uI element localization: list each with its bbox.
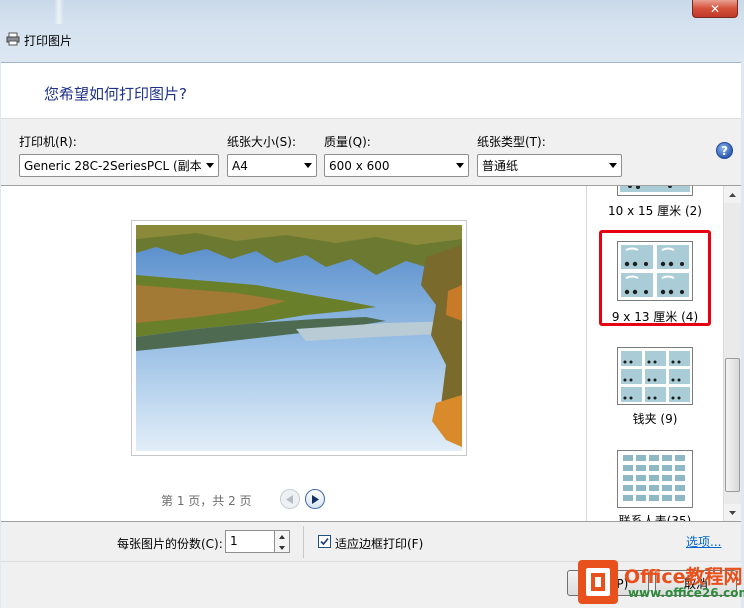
paper-type-value: 普通纸	[482, 159, 519, 173]
print-preview: 第 1 页，共 2 页	[1, 186, 586, 521]
quality-label: 质量(Q):	[324, 135, 371, 149]
chevron-down-icon	[729, 510, 736, 515]
watermark-brand: Office教程网	[624, 566, 743, 588]
stepper-down-icon[interactable]	[275, 542, 289, 553]
layout-thumbnail	[617, 241, 693, 301]
layout-item-wallet[interactable]: 钱夹 (9)	[587, 344, 723, 426]
print-settings: 打印机(R): Generic 28C-2SeriesPCL (副本 1) 纸张…	[1, 118, 741, 186]
arrow-left-icon	[286, 494, 293, 504]
options-link[interactable]: 选项...	[686, 533, 721, 550]
copies-input[interactable]: 1	[225, 530, 275, 553]
watermark: Office教程网 www.office26.com	[578, 558, 744, 608]
page-title: 您希望如何打印图片?	[44, 85, 187, 103]
scroll-thumb[interactable]	[725, 358, 740, 492]
paper-size-select[interactable]: A4	[227, 154, 317, 177]
close-icon: ✕	[709, 1, 721, 16]
layout-thumbnail	[617, 450, 693, 508]
fit-frame-label[interactable]: 适应边框打印(F)	[335, 535, 423, 552]
quality-value: 600 x 600	[329, 158, 390, 173]
paper-size-value: A4	[232, 158, 248, 173]
print-options-bar: 每张图片的份数(C): 1 适应边框打印(F) 选项...	[1, 521, 741, 561]
chevron-down-icon	[202, 155, 218, 176]
scroll-up-button[interactable]	[724, 186, 741, 203]
quality-select[interactable]: 600 x 600	[324, 154, 469, 177]
help-icon: ?	[721, 143, 728, 158]
divider	[303, 526, 304, 558]
printer-label: 打印机(R):	[19, 135, 77, 149]
printer-select[interactable]: Generic 28C-2SeriesPCL (副本 1)	[19, 154, 219, 177]
stepper-up-icon[interactable]	[275, 531, 289, 542]
scroll-down-button[interactable]	[724, 504, 741, 521]
arrow-right-icon	[312, 494, 319, 504]
office-logo-icon	[578, 560, 618, 604]
close-button[interactable]: ✕	[692, 0, 738, 18]
layout-list: 10 x 15 厘米 (2) 9 x 13 厘米 (4) 钱夹 (9) 联系人表…	[586, 186, 741, 521]
printer-value: Generic 28C-2SeriesPCL (副本 1)	[24, 159, 202, 173]
help-button[interactable]: ?	[716, 142, 733, 159]
layout-item-contact-sheet[interactable]: 联系人表(35)	[587, 448, 723, 521]
watermark-url: www.office26.com	[628, 586, 744, 600]
fit-frame-checkbox[interactable]	[318, 535, 331, 548]
layout-label: 钱夹 (9)	[632, 412, 678, 426]
next-page-button[interactable]	[305, 489, 325, 509]
title-bar: 打印图片 ✕	[0, 0, 744, 62]
page-status: 第 1 页，共 2 页	[161, 494, 252, 508]
chevron-down-icon	[452, 155, 468, 176]
photo-preview	[136, 225, 462, 451]
chevron-up-icon	[729, 192, 736, 197]
layout-scrollbar[interactable]	[723, 186, 741, 521]
chevron-down-icon	[605, 155, 621, 176]
printer-icon	[6, 32, 20, 46]
paper-type-select[interactable]: 普通纸	[477, 154, 622, 177]
layout-label: 9 x 13 厘米 (4)	[611, 310, 699, 324]
preview-page	[131, 220, 467, 456]
chevron-down-icon	[300, 155, 316, 176]
dialog-header: 您希望如何打印图片?	[1, 62, 741, 118]
paper-type-label: 纸张类型(T):	[477, 135, 546, 149]
paper-size-label: 纸张大小(S):	[227, 135, 297, 149]
title-bar-glass	[54, 0, 64, 24]
copies-stepper[interactable]	[275, 530, 290, 553]
checkmark-icon	[320, 537, 329, 546]
layout-thumbnail	[617, 347, 693, 405]
layout-label: 联系人表(35)	[618, 514, 692, 521]
window-title: 打印图片	[24, 34, 73, 48]
copies-label: 每张图片的份数(C):	[117, 537, 223, 551]
previous-page-button[interactable]	[280, 489, 300, 509]
